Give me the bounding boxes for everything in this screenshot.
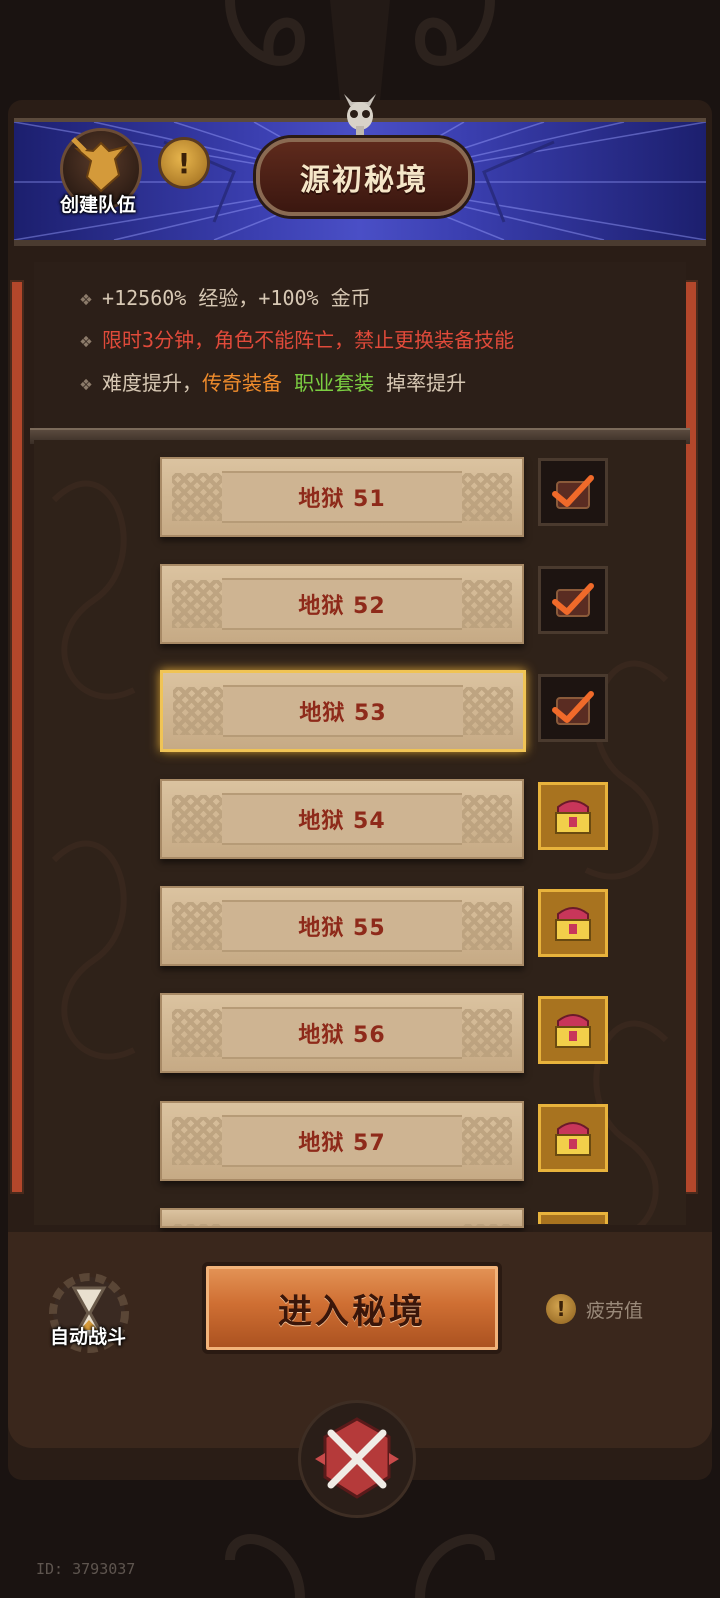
right-side-bar (684, 280, 698, 1194)
reward-chest-claimed[interactable] (538, 674, 608, 742)
checkmark-icon (552, 583, 594, 617)
drop-suffix: 掉率提升 (386, 371, 467, 395)
level-item-partial[interactable] (160, 1208, 524, 1228)
bullet-icon: ❖ (80, 328, 93, 352)
battle-button[interactable] (298, 1400, 416, 1518)
chest-icon (555, 1014, 591, 1048)
page-title: 源初秘境 (256, 138, 472, 216)
crossed-swords-icon (315, 1417, 399, 1499)
bullet-icon: ❖ (80, 286, 93, 310)
level-item[interactable]: 地狱 51 (160, 457, 524, 537)
reward-chest-partial[interactable] (538, 1212, 608, 1224)
legendary-equipment-text: 传奇装备 (202, 371, 283, 395)
info-icon[interactable]: ! (546, 1294, 576, 1324)
left-side-bar (10, 280, 24, 1194)
level-item[interactable]: 地狱 56 (160, 993, 524, 1073)
level-item[interactable]: 地狱 55 (160, 886, 524, 966)
skull-icon (344, 94, 376, 136)
reward-chest-available[interactable] (538, 996, 608, 1064)
reward-chest-available[interactable] (538, 782, 608, 850)
reward-chest-available[interactable] (538, 889, 608, 957)
drop-line: ❖ 难度提升，传奇装备 职业套装 掉率提升 (80, 367, 466, 396)
rule-text: 限时3分钟，角色不能阵亡，禁止更换装备技能 (102, 328, 515, 352)
info-icon[interactable]: ! (158, 137, 210, 189)
rule-line: ❖ 限时3分钟，角色不能阵亡，禁止更换装备技能 (80, 324, 514, 353)
enter-realm-button[interactable]: 进入秘境 (202, 1262, 502, 1354)
bullet-icon: ❖ (80, 371, 93, 395)
chest-icon (555, 907, 591, 941)
checkmark-icon (552, 475, 594, 509)
chest-icon (555, 1122, 591, 1156)
level-item[interactable]: 地狱 54 (160, 779, 524, 859)
checkmark-icon (552, 691, 594, 725)
reward-chest-claimed[interactable] (538, 566, 608, 634)
level-item-selected[interactable]: 地狱 53 (160, 670, 526, 752)
bonus-line: ❖ +12560% 经验，+100% 金币 (80, 282, 371, 311)
level-item[interactable]: 地狱 52 (160, 564, 524, 644)
player-id: ID: 3793037 (36, 1560, 136, 1578)
auto-battle-label[interactable]: 自动战斗 (40, 1322, 136, 1349)
drop-prefix: 难度提升， (102, 371, 203, 395)
level-item[interactable]: 地狱 57 (160, 1101, 524, 1181)
create-team-label[interactable]: 创建队伍 (50, 190, 146, 217)
bonus-text: +12560% 经验，+100% 金币 (102, 286, 371, 310)
reward-chest-available[interactable] (538, 1104, 608, 1172)
reward-chest-claimed[interactable] (538, 458, 608, 526)
class-set-text: 职业套装 (294, 371, 375, 395)
chest-icon (555, 800, 591, 834)
fatigue-label[interactable]: 疲劳值 (586, 1296, 643, 1323)
